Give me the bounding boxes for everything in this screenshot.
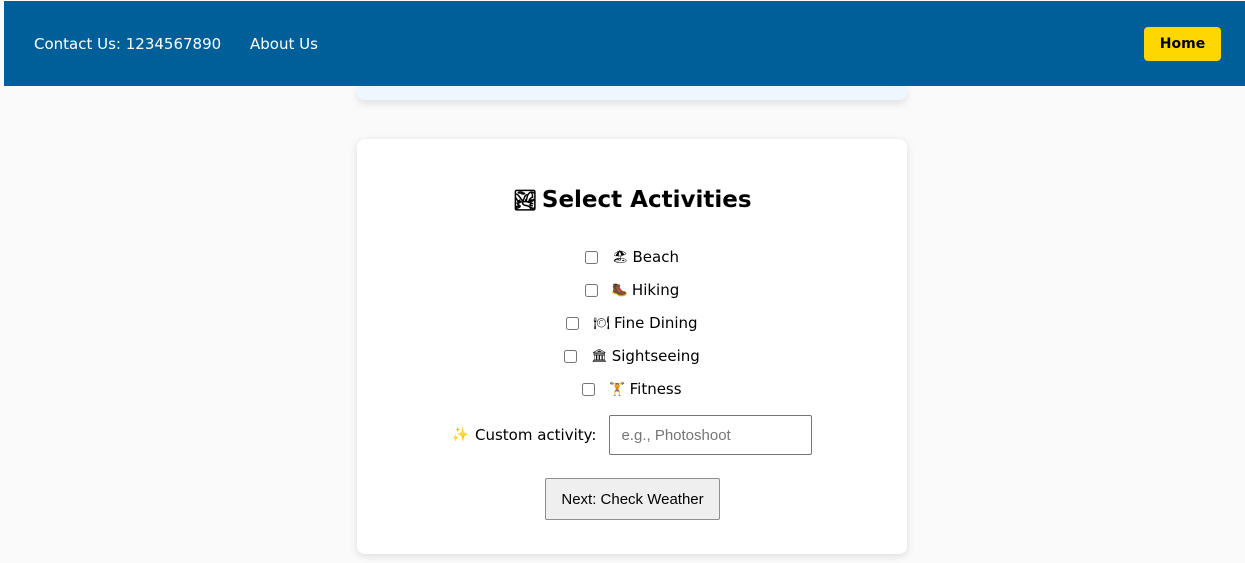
about-link[interactable]: About Us [250,34,318,54]
activity-label: Fitness [629,380,682,398]
top-navbar: Contact Us: 1234567890 About Us Home [4,1,1245,86]
card-title-text: Select Activities [541,187,752,213]
sightseeing-checkbox[interactable] [564,349,578,363]
sparkles-icon: ✨ [451,427,469,443]
next-check-weather-button[interactable]: Next: Check Weather [545,478,720,520]
hiking-checkbox[interactable] [584,283,598,297]
beach-checkbox[interactable] [585,250,598,264]
dining-plate-icon: 🍽 [593,315,610,331]
activity-row-beach: 🏖 Beach [357,248,907,266]
activity-label: Hiking [631,281,680,299]
card-title: 🏞 Select Activities [357,187,907,213]
fitness-checkbox[interactable] [582,382,596,396]
custom-activity-input[interactable] [609,415,813,455]
mountain-icon: 🏞 [512,188,538,212]
page: Contact Us: 1234567890 About Us Home 🏞 Se… [0,0,1245,563]
hiking-boot-icon: 🥾 [611,282,628,298]
activity-label: Fine Dining [613,314,698,332]
activity-row-sightseeing: 🏛 Sightseeing [357,347,907,365]
activities-card: 🏞 Select Activities 🏖 Beach 🥾 Hiking 🍽 Fi… [357,139,907,554]
activity-row-fitness: 🏋 Fitness [357,380,907,398]
activity-label: Beach [632,248,679,266]
contact-link[interactable]: Contact Us: 1234567890 [34,34,221,54]
fine-dining-checkbox[interactable] [566,316,580,330]
dumbbell-icon: 🏋 [609,381,626,397]
custom-activity-label: Custom activity: [474,426,597,444]
home-button[interactable]: Home [1144,27,1221,61]
activity-row-fine-dining: 🍽 Fine Dining [357,314,907,332]
previous-card-edge [357,86,907,100]
beach-icon: 🏖 [612,249,629,265]
activity-row-hiking: 🥾 Hiking [357,281,907,299]
landmark-icon: 🏛 [591,348,608,364]
activity-label: Sightseeing [611,347,700,365]
custom-activity-row: ✨ Custom activity: [357,415,907,455]
